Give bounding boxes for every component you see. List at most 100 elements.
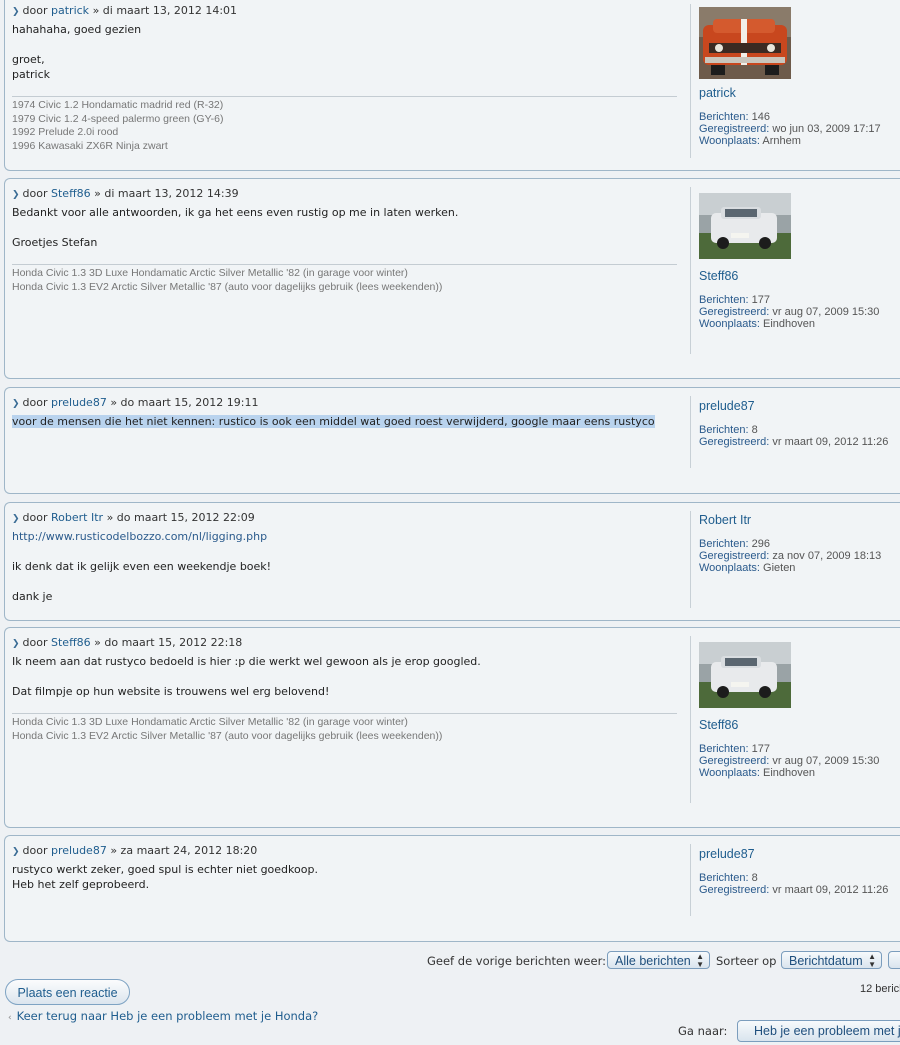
post-date: » di maart 13, 2012 14:01	[92, 4, 238, 17]
post-body: ❯ door patrick » di maart 13, 2012 14:01 …	[12, 4, 677, 153]
post-signature: 1974 Civic 1.2 Hondamatic madrid red (R-…	[12, 96, 677, 153]
content-line	[12, 544, 677, 559]
by-label: door	[22, 4, 48, 17]
signature-line: Honda Civic 1.3 3D Luxe Hondamatic Arcti…	[12, 267, 408, 279]
profile-stats: Berichten: 8 Geregistreerd: vr maart 09,…	[699, 424, 900, 448]
content-line: dank je	[12, 590, 53, 603]
profile-stats: Berichten: 177 Geregistreerd: vr aug 07,…	[699, 743, 900, 779]
back-link[interactable]: ‹ Keer terug naar Heb je een probleem met…	[8, 1009, 318, 1023]
registered-date: wo jun 03, 2009 17:17	[772, 123, 881, 135]
posts-count: 8	[751, 424, 758, 436]
post-author-line: ❯ door Robert Itr » do maart 15, 2012 22:…	[12, 511, 677, 525]
posts-label: Berichten:	[699, 424, 749, 436]
registered-label: Geregistreerd:	[699, 550, 770, 562]
registered-label: Geregistreerd:	[699, 436, 770, 448]
post-signature: Honda Civic 1.3 3D Luxe Hondamatic Arcti…	[12, 264, 677, 294]
post-content: Bedankt voor alle antwoorden, ik ga het …	[12, 205, 677, 250]
signature-line: Honda Civic 1.3 EV2 Arctic Silver Metall…	[12, 729, 443, 742]
display-label: Geef de vorige berichten weer:	[427, 954, 606, 968]
profile-stats: Berichten: 177 Geregistreerd: vr aug 07,…	[699, 294, 900, 330]
post-link-icon[interactable]: ❯	[12, 7, 20, 17]
post-profile: Steff86 Berichten: 177 Geregistreerd: vr…	[690, 636, 900, 803]
post-author-link[interactable]: Steff86	[51, 636, 91, 649]
post-body: ❯ door Steff86 » di maart 13, 2012 14:39 …	[12, 187, 677, 294]
post-author-link[interactable]: patrick	[51, 4, 89, 17]
post-author-link[interactable]: prelude87	[51, 844, 107, 857]
content-line	[12, 574, 677, 589]
post-author-link[interactable]: Steff86	[51, 187, 91, 200]
signature-line: 1974 Civic 1.2 Hondamatic madrid red (R-…	[12, 99, 224, 111]
jump-label: Ga naar:	[678, 1024, 728, 1038]
location-value: Eindhoven	[763, 318, 816, 330]
post-author-line: ❯ door prelude87 » za maart 24, 2012 18:2…	[12, 844, 677, 858]
post-author-link[interactable]: prelude87	[51, 396, 107, 409]
content-line: Dat filmpje op hun website is trouwens w…	[12, 685, 330, 698]
post: ❯ door patrick » di maart 13, 2012 14:01 …	[4, 0, 900, 171]
post-link-icon[interactable]: ❯	[12, 847, 20, 857]
avatar[interactable]	[699, 190, 791, 262]
location-value: Eindhoven	[763, 767, 816, 779]
post-link-icon[interactable]: ❯	[12, 399, 20, 409]
content-line: http://www.rusticodelbozzo.com/nl/liggin…	[12, 529, 677, 544]
post-author-line: ❯ door prelude87 » do maart 15, 2012 19:1…	[12, 396, 677, 410]
signature-line: 1992 Prelude 2.0i rood	[12, 126, 119, 138]
display-select[interactable]: Alle berichten ▲ ▼	[607, 951, 710, 969]
profile-username[interactable]: prelude87	[699, 846, 900, 862]
registered-label: Geregistreerd:	[699, 755, 770, 767]
sort-label: Sorteer op	[716, 954, 777, 968]
registered-date: vr maart 09, 2012 11:26	[772, 884, 889, 896]
profile-username[interactable]: Robert Itr	[699, 512, 900, 528]
jump-select[interactable]: Heb je een probleem met je Honda?	[737, 1020, 900, 1042]
post-author-link[interactable]: Robert Itr	[51, 511, 103, 524]
avatar[interactable]	[699, 7, 791, 79]
content-line	[12, 669, 677, 684]
post-link-icon[interactable]: ❯	[12, 190, 20, 200]
registered-date: vr aug 07, 2009 15:30	[772, 755, 880, 767]
post-content: http://www.rusticodelbozzo.com/nl/liggin…	[12, 529, 677, 604]
post-date: » di maart 13, 2012 14:39	[94, 187, 239, 200]
chevron-left-icon: ‹	[8, 1013, 12, 1023]
post-link-icon[interactable]: ❯	[12, 639, 20, 649]
back-link-text: Keer terug naar Heb je een probleem met …	[16, 1009, 319, 1023]
registered-date: vr aug 07, 2009 15:30	[772, 306, 880, 318]
signature-line: 1979 Civic 1.2 4-speed palermo green (GY…	[12, 112, 224, 125]
post-profile: Robert Itr Berichten: 296 Geregistreerd:…	[690, 511, 900, 608]
order-select[interactable]	[888, 951, 900, 969]
post-profile: prelude87 Berichten: 8 Geregistreerd: vr…	[690, 844, 900, 916]
sort-select[interactable]: Berichtdatum ▲ ▼	[781, 951, 882, 969]
posts-label: Berichten:	[699, 743, 749, 755]
sort-select-value: Berichtdatum	[789, 954, 863, 968]
post-signature: Honda Civic 1.3 3D Luxe Hondamatic Arcti…	[12, 713, 677, 743]
content-line: hahahaha, goed gezien	[12, 23, 142, 36]
posts-label: Berichten:	[699, 111, 749, 123]
by-label: door	[22, 844, 48, 857]
display-select-value: Alle berichten	[615, 954, 691, 968]
content-line: groet,	[12, 53, 45, 66]
content-line	[12, 37, 677, 52]
profile-username[interactable]: Steff86	[699, 268, 900, 284]
location-label: Woonplaats:	[699, 135, 760, 147]
post: ❯ door prelude87 » do maart 15, 2012 19:1…	[4, 387, 900, 494]
posts-count: 146	[751, 111, 770, 123]
content-line: rustyco werkt zeker, goed spul is echter…	[12, 863, 318, 876]
by-label: door	[22, 396, 48, 409]
updown-icon: ▲ ▼	[868, 952, 876, 969]
registered-label: Geregistreerd:	[699, 884, 770, 896]
profile-username[interactable]: prelude87	[699, 398, 900, 414]
avatar[interactable]	[699, 639, 791, 711]
post-link-icon[interactable]: ❯	[12, 514, 20, 524]
profile-username[interactable]: Steff86	[699, 717, 900, 733]
profile-username[interactable]: patrick	[699, 85, 900, 101]
profile-stats: Berichten: 296 Geregistreerd: za nov 07,…	[699, 538, 900, 574]
external-link[interactable]: http://www.rusticodelbozzo.com/nl/liggin…	[12, 530, 267, 543]
registered-label: Geregistreerd:	[699, 306, 770, 318]
updown-icon: ▲ ▼	[696, 952, 704, 969]
posts-label: Berichten:	[699, 294, 749, 306]
post-profile: prelude87 Berichten: 8 Geregistreerd: vr…	[690, 396, 900, 468]
post-body: ❯ door Steff86 » do maart 15, 2012 22:18 …	[12, 636, 677, 743]
post: ❯ door Robert Itr » do maart 15, 2012 22:…	[4, 502, 900, 621]
registered-label: Geregistreerd:	[699, 123, 770, 135]
post-reply-button[interactable]: Plaats een reactie	[5, 979, 130, 1005]
location-label: Woonplaats:	[699, 318, 760, 330]
signature-line: Honda Civic 1.3 EV2 Arctic Silver Metall…	[12, 280, 443, 293]
